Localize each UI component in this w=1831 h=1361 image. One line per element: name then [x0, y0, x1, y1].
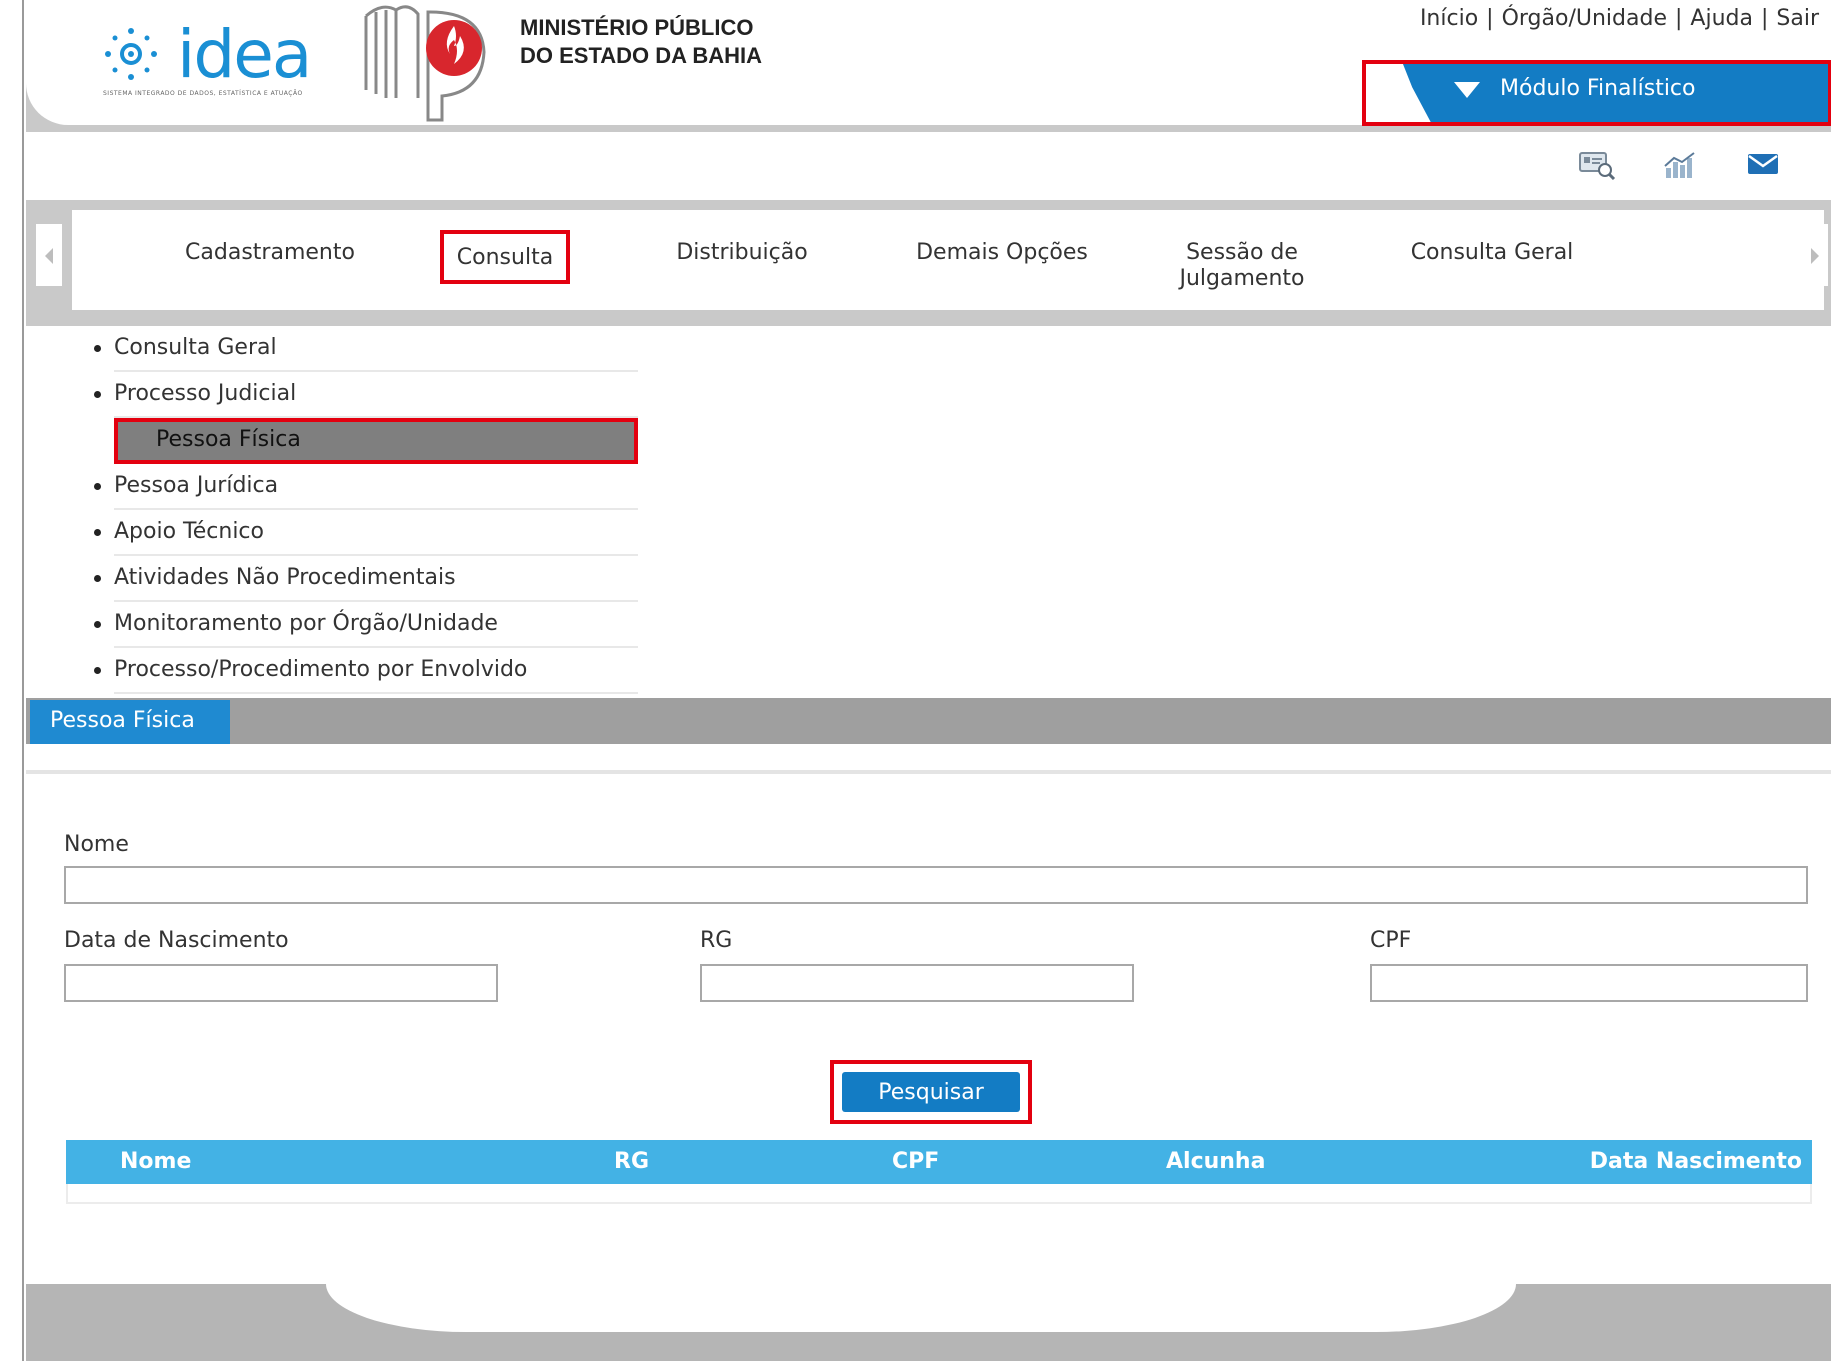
rg-label: RG: [700, 928, 733, 953]
link-inicio[interactable]: Início: [1420, 6, 1478, 31]
submenu-item-label: Apoio Técnico: [114, 519, 264, 544]
top-links: Início | Órgão/Unidade | Ajuda | Sair: [1420, 6, 1819, 31]
column-header-cpf[interactable]: CPF: [892, 1140, 939, 1184]
submenu-item-label: Atividades Não Procedimentais: [114, 565, 456, 590]
column-header-nome[interactable]: Nome: [120, 1140, 191, 1184]
org-name: MINISTÉRIO PÚBLICO DO ESTADO DA BAHIA: [520, 14, 762, 70]
tab-pessoa-fisica[interactable]: Pessoa Física: [30, 700, 230, 744]
menu-item-demais-opcoes[interactable]: Demais Opções: [892, 240, 1112, 266]
submenu-item-label: Monitoramento por Órgão/Unidade: [114, 611, 498, 636]
submenu-panel: Consulta Geral Processo Judicial Pessoa …: [26, 326, 1831, 698]
rg-input[interactable]: [700, 964, 1134, 1002]
link-orgao-unidade[interactable]: Órgão/Unidade: [1502, 6, 1667, 31]
submenu-item-consulta-geral[interactable]: Consulta Geral: [88, 326, 638, 372]
module-label: Módulo Finalístico: [1500, 76, 1696, 101]
menu-item-consulta-geral[interactable]: Consulta Geral: [1382, 240, 1602, 266]
submenu-item-label: Pessoa Física: [156, 427, 301, 452]
submenu-item-label: Processo Judicial: [114, 381, 297, 406]
main-menu: Cadastramento Consulta Distribuição Dema…: [72, 210, 1824, 310]
mail-icon[interactable]: [1744, 150, 1782, 180]
results-table: Nome RG CPF Alcunha Data Nascimento: [66, 1140, 1812, 1204]
left-border: [0, 0, 24, 1361]
submenu-item-monitoramento[interactable]: Monitoramento por Órgão/Unidade: [88, 602, 638, 648]
chevron-down-icon: [1454, 82, 1480, 98]
submenu-item-processo-judicial[interactable]: Processo Judicial: [88, 372, 638, 418]
data-nascimento-label: Data de Nascimento: [64, 928, 289, 953]
mp-logo: [364, 5, 486, 122]
menu-scroll-right[interactable]: [1802, 224, 1828, 286]
footer: [26, 1284, 1831, 1361]
submenu-item-atividades-nao-procedimentais[interactable]: Atividades Não Procedimentais: [88, 556, 638, 602]
nome-input[interactable]: [64, 866, 1808, 904]
search-form-panel: Nome Data de Nascimento RG CPF Pesquisar…: [26, 744, 1831, 1284]
idea-tagline: SISTEMA INTEGRADO DE DADOS, ESTATÍSTICA …: [103, 90, 303, 97]
arrow-right-icon: [1811, 248, 1819, 264]
module-selector[interactable]: Módulo Finalístico: [1362, 60, 1831, 126]
idea-logo: idea SISTEMA INTEGRADO DE DADOS, ESTATÍS…: [81, 8, 341, 104]
nome-label: Nome: [64, 832, 129, 857]
submenu-item-apoio-tecnico[interactable]: Apoio Técnico: [88, 510, 638, 556]
consulta-icon[interactable]: [1578, 150, 1616, 180]
idea-sun-icon: [105, 28, 157, 80]
results-table-header: Nome RG CPF Alcunha Data Nascimento: [66, 1140, 1812, 1184]
toolbar-icons: [26, 132, 1831, 200]
app-frame: idea SISTEMA INTEGRADO DE DADOS, ESTATÍS…: [26, 0, 1831, 1361]
footer-curve: [326, 1284, 1516, 1332]
submenu-item-pessoa-fisica[interactable]: Pessoa Física: [114, 418, 638, 464]
menu-item-sessao-line2: Julgamento: [1179, 266, 1305, 291]
menu-item-cadastramento[interactable]: Cadastramento: [160, 240, 380, 266]
link-separator: |: [1760, 6, 1769, 31]
menu-item-consulta[interactable]: Consulta: [440, 230, 570, 284]
submenu-item-label: Consulta Geral: [114, 335, 277, 360]
cpf-label: CPF: [1370, 928, 1412, 953]
search-button-highlight: Pesquisar: [830, 1060, 1032, 1124]
link-separator: |: [1486, 6, 1494, 31]
results-table-body: [66, 1184, 1812, 1204]
menu-item-sessao-julgamento[interactable]: Sessão de Julgamento: [1132, 240, 1352, 292]
org-name-line1: MINISTÉRIO PÚBLICO: [520, 15, 754, 40]
submenu-divider: [114, 692, 638, 694]
submenu-item-pessoa-juridica[interactable]: Pessoa Jurídica: [88, 464, 638, 510]
tab-bar: Pessoa Física: [26, 698, 1831, 744]
column-header-alcunha[interactable]: Alcunha: [1166, 1140, 1265, 1184]
menu-item-distribuicao[interactable]: Distribuição: [632, 240, 852, 266]
submenu-item-label: Pessoa Jurídica: [114, 473, 279, 498]
search-button[interactable]: Pesquisar: [842, 1072, 1020, 1112]
menu-scroll-left[interactable]: [36, 224, 62, 286]
menu-item-sessao-line1: Sessão de: [1186, 240, 1298, 265]
stats-icon[interactable]: [1662, 150, 1700, 180]
submenu-item-processo-por-envolvido[interactable]: Processo/Procedimento por Envolvido: [88, 648, 638, 694]
column-header-data-nascimento[interactable]: Data Nascimento: [1590, 1140, 1802, 1184]
data-nascimento-input[interactable]: [64, 964, 498, 1002]
org-name-line2: DO ESTADO DA BAHIA: [520, 43, 762, 68]
link-ajuda[interactable]: Ajuda: [1690, 6, 1753, 31]
cpf-input[interactable]: [1370, 964, 1808, 1002]
submenu-list: Consulta Geral Processo Judicial Pessoa …: [88, 326, 638, 694]
arrow-left-icon: [45, 248, 53, 264]
link-sair[interactable]: Sair: [1776, 6, 1819, 31]
content-divider: [26, 770, 1831, 774]
idea-wordmark: idea: [177, 16, 312, 93]
column-header-rg[interactable]: RG: [614, 1140, 649, 1184]
submenu-item-label: Processo/Procedimento por Envolvido: [114, 657, 528, 682]
link-separator: |: [1674, 6, 1683, 31]
